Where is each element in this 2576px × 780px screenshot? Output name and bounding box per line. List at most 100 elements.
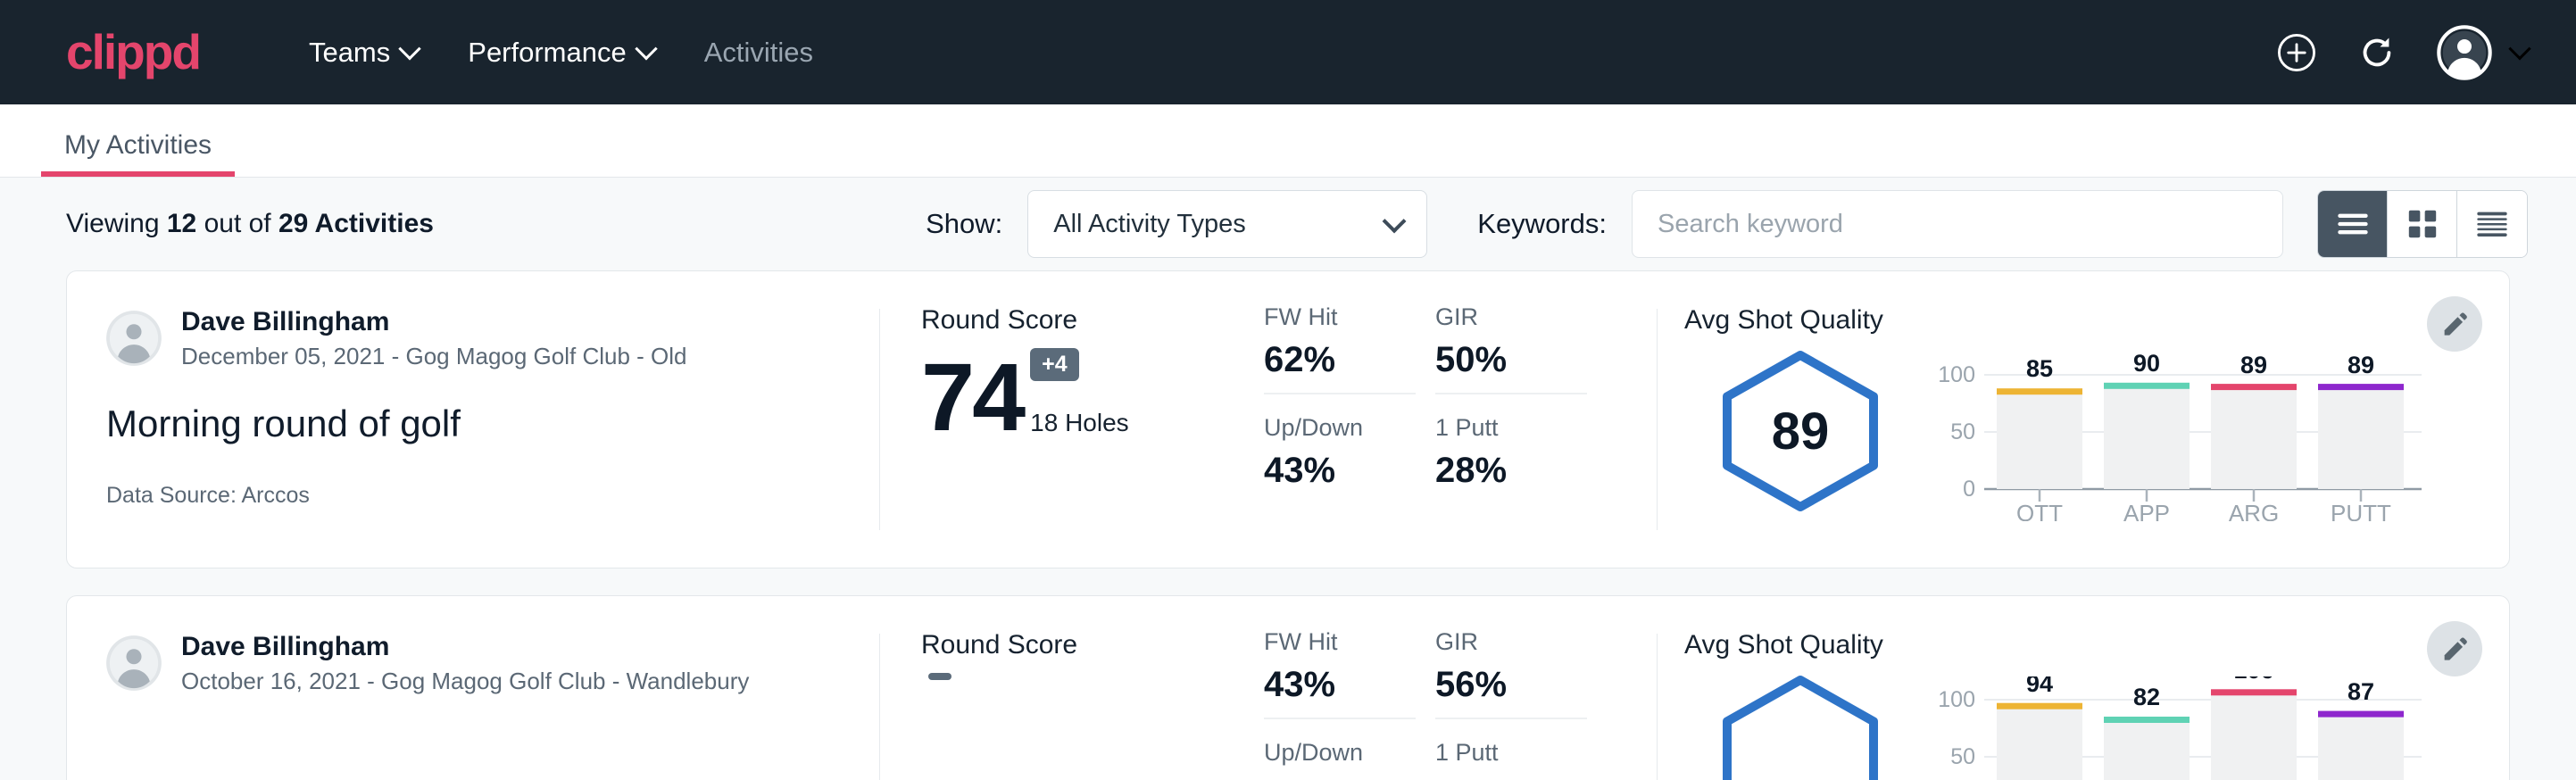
round-score-value: 74 (921, 353, 1023, 441)
bar-value-arg: 89 (2240, 352, 2267, 378)
nav-item-label: Performance (468, 37, 626, 69)
activity-type-select[interactable]: All Activity Types (1027, 190, 1427, 258)
bar-value-app: 82 (2133, 684, 2160, 710)
person-icon (106, 635, 162, 691)
user-row: Dave Billingham October 16, 2021 - Gog M… (106, 630, 840, 697)
bar-label-arg: ARG (2229, 500, 2279, 521)
bar-value-ott: 85 (2026, 355, 2053, 382)
quality-hexagon-wrap: 89 (1684, 343, 1916, 514)
activity-meta: December 05, 2021 - Gog Magog Golf Club … (181, 341, 687, 372)
y-tick-50: 50 (1950, 744, 1975, 769)
plus-circle-icon (2276, 32, 2317, 73)
y-tick-100: 100 (1938, 362, 1975, 387)
user-text-block: Dave Billingham December 05, 2021 - Gog … (181, 305, 687, 372)
bar-ott: 85 OTT (1997, 355, 2082, 521)
page-tabs: My Activities (0, 104, 2576, 178)
tab-my-activities[interactable]: My Activities (41, 130, 235, 177)
stats-grid: FW Hit 43% GIR 56% Up/Down 1 Putt (1264, 628, 1657, 780)
tab-label: My Activities (64, 130, 212, 160)
bar-label-app: APP (2123, 500, 2170, 521)
add-activity-button[interactable] (2276, 32, 2317, 73)
stat-up-down: Up/Down 43% (1264, 414, 1416, 503)
edit-activity-button[interactable] (2427, 621, 2482, 676)
bar-app: 90 APP (2104, 352, 2190, 521)
bar-arg: 106 ARG (2211, 676, 2297, 780)
stat-label: GIR (1435, 303, 1587, 331)
stat-value: 50% (1435, 340, 1587, 380)
viewing-total: 29 Activities (278, 209, 434, 238)
view-list-button[interactable] (2318, 191, 2388, 257)
chevron-down-icon (1383, 209, 1407, 233)
viewing-middle: out of (196, 209, 278, 238)
stat-value: 43% (1264, 451, 1416, 491)
stat-value: 43% (1264, 665, 1416, 705)
stat-label: FW Hit (1264, 628, 1416, 656)
nav-item-teams[interactable]: Teams (284, 37, 443, 69)
stat-label: 1 Putt (1435, 414, 1587, 442)
stat-label: 1 Putt (1435, 739, 1587, 767)
activity-card[interactable]: Dave Billingham December 05, 2021 - Gog … (66, 270, 2510, 568)
round-score-row: 74 +4 18 Holes (921, 348, 1264, 441)
refresh-button[interactable] (2356, 32, 2397, 73)
over-par-badge: +4 (1030, 348, 1079, 381)
activity-card[interactable]: Dave Billingham October 16, 2021 - Gog M… (66, 595, 2510, 780)
user-name: Dave Billingham (181, 630, 749, 664)
viewing-count-text: Viewing 12 out of 29 Activities (66, 209, 434, 239)
account-menu-button[interactable] (2437, 25, 2528, 80)
nav-action-icons (2276, 25, 2528, 80)
compact-view-icon (2474, 209, 2510, 239)
nav-item-performance[interactable]: Performance (443, 37, 678, 69)
clippd-logo[interactable]: clippd (66, 28, 200, 77)
view-grid-button[interactable] (2388, 191, 2457, 257)
bar-value-app: 90 (2133, 352, 2160, 377)
refresh-icon (2356, 32, 2397, 73)
search-input[interactable]: Search keyword (1632, 190, 2283, 258)
bar-value-putt: 87 (2347, 678, 2374, 705)
shot-quality-bar-chart: 100 50 0 94 OTT (1932, 676, 2432, 780)
bar-value-arg: 106 (2233, 676, 2273, 684)
nav-item-label: Teams (309, 37, 390, 69)
stat-label: Up/Down (1264, 739, 1416, 767)
y-tick-0: 0 (1963, 477, 1975, 502)
chevron-down-icon (399, 37, 421, 60)
round-score-label: Round Score (921, 305, 1264, 336)
keywords-label: Keywords: (1477, 208, 1607, 240)
bar-putt: 89 PUTT (2318, 352, 2404, 521)
nav-item-activities[interactable]: Activities (679, 37, 838, 69)
avg-shot-quality-label: Avg Shot Quality (1684, 305, 2509, 336)
shot-quality-bar-chart: 100 50 0 85 OTT (1932, 352, 2432, 521)
pencil-icon (2440, 310, 2469, 338)
avg-shot-quality-label: Avg Shot Quality (1684, 630, 2509, 660)
main-nav-links: Teams Performance Activities (284, 37, 838, 69)
view-compact-button[interactable] (2457, 191, 2527, 257)
pencil-icon (2440, 635, 2469, 663)
activity-meta: October 16, 2021 - Gog Magog Golf Club -… (181, 666, 749, 697)
quality-row: 89 100 50 0 (1684, 343, 2509, 526)
stat-up-down: Up/Down (1264, 739, 1416, 780)
bar-app: 82 APP (2104, 684, 2190, 780)
filter-toolbar: Viewing 12 out of 29 Activities Show: Al… (0, 178, 2576, 270)
edit-activity-button[interactable] (2427, 296, 2482, 352)
shot-quality-chart: 100 50 0 85 OTT (1932, 343, 2432, 526)
over-par-badge (928, 673, 951, 680)
stat-gir: GIR 56% (1435, 628, 1587, 719)
round-stats-panel: FW Hit 62% GIR 50% Up/Down 43% 1 Putt 28… (1264, 271, 1657, 568)
user-name: Dave Billingham (181, 305, 687, 339)
round-score-panel: Round Score (880, 596, 1264, 780)
holes-label: 18 Holes (1030, 409, 1129, 437)
person-icon (106, 311, 162, 366)
round-score-row (921, 673, 1264, 766)
activity-summary: Dave Billingham October 16, 2021 - Gog M… (67, 596, 879, 780)
stat-value: 56% (1435, 665, 1587, 705)
round-score-panel: Round Score 74 +4 18 Holes (880, 271, 1264, 568)
round-stats-panel: FW Hit 43% GIR 56% Up/Down 1 Putt (1264, 596, 1657, 780)
account-avatar-icon (2437, 25, 2492, 80)
list-view-icon (2335, 211, 2371, 237)
stat-one-putt: 1 Putt (1435, 739, 1587, 780)
activity-title: Morning round of golf (106, 402, 840, 445)
hexagon-icon (1711, 673, 1890, 780)
stat-fw-hit: FW Hit 43% (1264, 628, 1416, 719)
stat-label: FW Hit (1264, 303, 1416, 331)
user-row: Dave Billingham December 05, 2021 - Gog … (106, 305, 840, 372)
quality-hexagon (1711, 673, 1890, 780)
